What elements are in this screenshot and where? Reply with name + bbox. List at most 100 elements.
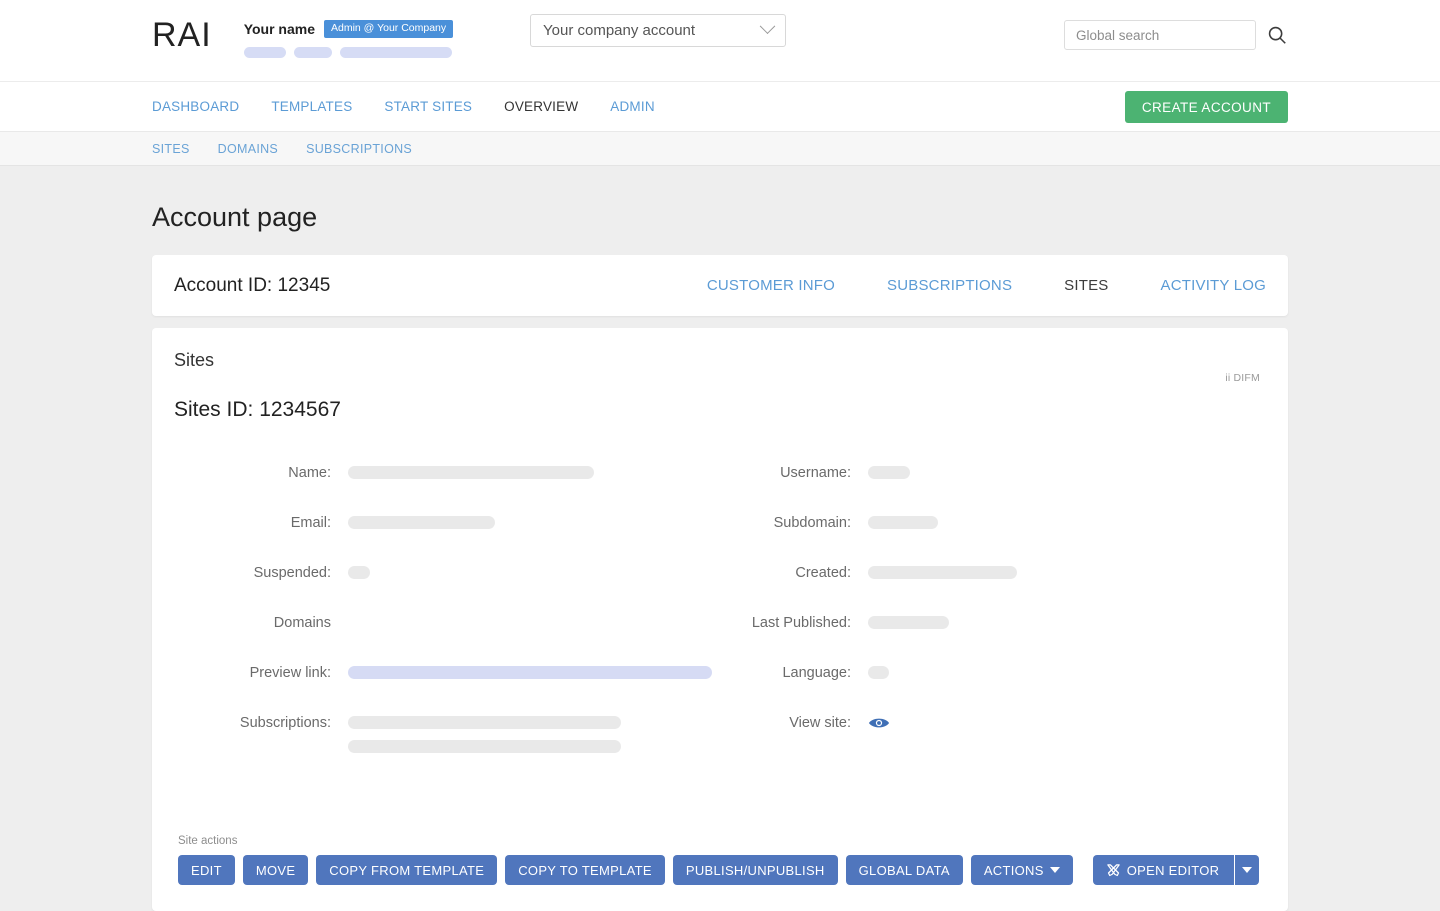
placeholder-bar [348,466,594,479]
search-input[interactable] [1064,20,1256,50]
field-value-view-site [868,712,890,731]
user-name: Your name [243,20,315,37]
field-row-username: Username: [740,462,1266,486]
top-header: RAI Your name Admin @ Your Company Your … [0,0,1440,82]
field-row-language: Language: [740,662,1266,686]
tab-customer-info[interactable]: CUSTOMER INFO [707,277,835,294]
copy-from-template-button[interactable]: COPY FROM TEMPLATE [316,855,498,885]
account-tabs: CUSTOMER INFO SUBSCRIPTIONS SITES ACTIVI… [655,277,1266,294]
field-row-name: Name: [200,462,720,486]
eye-icon[interactable] [868,715,890,731]
field-label-subscriptions: Subscriptions: [239,715,331,731]
user-placeholder-bars [243,46,453,58]
field-value-preview-link [348,662,712,679]
field-row-subdomain: Subdomain: [740,512,1266,536]
site-fields-right-column: Username: Subdomain: Created: Last Publishe… [720,462,1266,779]
search-icon[interactable] [1266,24,1288,46]
field-row-view-site: View site: [740,712,1266,736]
caret-down-icon [1049,867,1060,873]
field-value-username [868,462,910,479]
tab-subscriptions[interactable]: SUBSCRIPTIONS [887,277,1012,294]
tab-sites[interactable]: SITES [1064,277,1108,294]
chevron-down-icon [759,18,776,35]
tab-activity-log[interactable]: ACTIVITY LOG [1161,277,1266,294]
placeholder-bar [868,666,889,679]
subnav-item-subscriptions[interactable]: SUBSCRIPTIONS [306,142,412,156]
field-label-suspended: Suspended: [253,565,331,581]
account-summary-card: Account ID: 12345 CUSTOMER INFO SUBSCRIP… [152,255,1288,316]
field-row-suspended: Suspended: [200,562,720,586]
placeholder-bar [348,566,370,579]
field-row-subscriptions: Subscriptions: [200,712,720,753]
field-value-created [868,562,1017,579]
placeholder-bar [348,666,712,679]
open-editor-split-button: OPEN EDITOR [1092,855,1260,885]
brand-logo: RAI [152,16,212,54]
field-row-domains: Domains [200,612,720,636]
placeholder-bar [868,616,949,629]
field-value-suspended [348,562,370,579]
account-select[interactable]: Your company account [530,14,786,47]
nav-item-overview[interactable]: OVERVIEW [504,99,578,114]
copy-to-template-button[interactable]: COPY TO TEMPLATE [505,855,665,885]
actions-dropdown-label: ACTIONS [983,862,1044,878]
field-label-language: Language: [782,665,851,681]
field-label-domains: Domains [273,615,331,631]
field-label-name: Name: [288,465,331,481]
edit-button[interactable]: EDIT [178,855,235,885]
move-button[interactable]: MOVE [242,855,309,885]
subnav-item-domains[interactable]: DOMAINS [218,142,278,156]
open-editor-button[interactable]: OPEN EDITOR [1092,855,1235,885]
difm-label: ii DIFM [1225,372,1260,384]
caret-down-icon [1242,867,1253,873]
nav-item-templates[interactable]: TEMPLATES [271,99,352,114]
placeholder-bar [868,566,1017,579]
subnav-item-sites[interactable]: SITES [152,142,190,156]
role-badge: Admin @ Your Company [324,20,454,38]
field-row-last-published: Last Published: [740,612,1266,636]
publish-unpublish-button[interactable]: PUBLISH/UNPUBLISH [672,855,838,885]
nav-item-dashboard[interactable]: DASHBOARD [152,99,239,114]
sub-navigation: SITES DOMAINS SUBSCRIPTIONS [0,132,1440,166]
account-id-label: Account ID: 12345 [174,274,331,296]
placeholder-pill [339,46,452,58]
create-account-button[interactable]: CREATE ACCOUNT [1124,91,1288,123]
sites-heading: Sites [174,350,215,370]
nav-item-start-sites[interactable]: START SITES [384,99,472,114]
main-navigation: DASHBOARD TEMPLATES START SITES OVERVIEW… [0,82,1440,132]
field-value-subdomain [868,512,938,529]
field-value-name [348,462,594,479]
field-value-email [348,512,495,529]
field-label-username: Username: [780,465,851,481]
field-row-email: Email: [200,512,720,536]
open-editor-dropdown-toggle[interactable] [1235,855,1260,885]
field-label-view-site: View site: [789,715,851,731]
global-search [1064,20,1288,50]
site-fields: Name: Email: Suspended: Domains Preview link… [174,462,1266,779]
field-value-last-published [868,612,949,629]
global-data-button[interactable]: GLOBAL DATA [845,855,963,885]
placeholder-bar [348,740,621,753]
actions-dropdown-button[interactable]: ACTIONS [970,855,1073,885]
nav-item-admin[interactable]: ADMIN [610,99,655,114]
page-title: Account page [152,202,318,232]
field-label-created: Created: [795,565,851,581]
site-actions-label: Site actions [178,835,238,847]
field-label-subdomain: Subdomain: [773,515,851,531]
site-fields-left-column: Name: Email: Suspended: Domains Preview link… [174,462,720,779]
field-row-created: Created: [740,562,1266,586]
open-editor-label: OPEN EDITOR [1126,862,1220,878]
page-content: Account page Account ID: 12345 CUSTOMER … [0,202,1440,911]
site-actions-row: EDIT MOVE COPY FROM TEMPLATE COPY TO TEM… [178,855,1266,885]
field-label-email: Email: [290,515,331,531]
placeholder-bar [868,516,938,529]
tools-icon [1106,863,1120,876]
sites-card: Sites ii DIFM Sites ID: 1234567 Name: Ema… [152,328,1288,911]
placeholder-bar [348,516,495,529]
field-value-subscriptions [348,712,621,753]
user-block: Your name Admin @ Your Company [243,20,454,58]
field-label-last-published: Last Published: [751,615,851,631]
placeholder-bar [348,716,621,729]
placeholder-pill [243,46,286,58]
field-value-language [868,662,889,679]
